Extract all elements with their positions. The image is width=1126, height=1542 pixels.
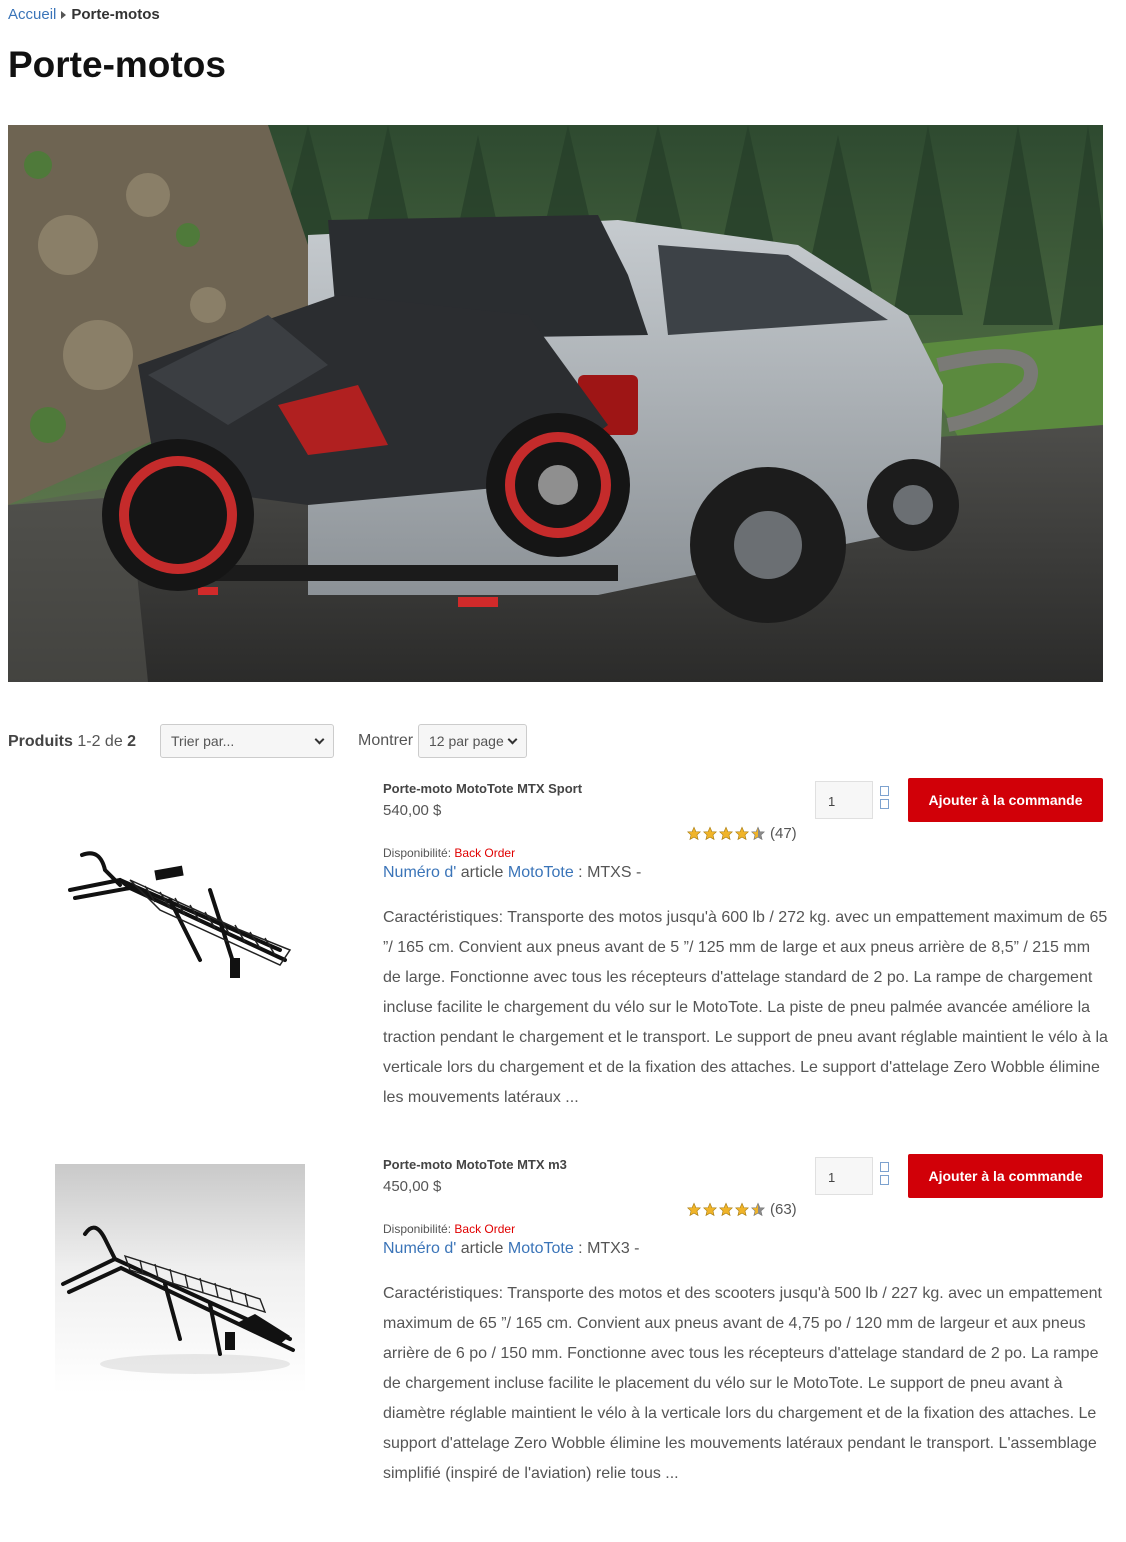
- availability-status: Back Order: [454, 846, 516, 860]
- sku-label-link[interactable]: Numéro d': [383, 1240, 456, 1257]
- caret-right-icon: [61, 10, 67, 19]
- product-count: Produits 1-2 de 2: [8, 733, 136, 751]
- breadcrumb: Accueil Porte-motos: [8, 6, 160, 23]
- products-word: Produits: [8, 733, 73, 750]
- breadcrumb-current: Porte-motos: [71, 6, 160, 23]
- product-sku: Numéro d' article MotoTote : MTX3 -: [383, 1240, 640, 1258]
- product-sku: Numéro d' article MotoTote : MTXS -: [383, 864, 641, 882]
- availability: Disponibilité: Back Order: [383, 1222, 515, 1236]
- star-icon: [735, 1202, 749, 1217]
- brand-link[interactable]: MotoTote: [508, 1240, 574, 1257]
- review-count[interactable]: (47): [770, 825, 797, 842]
- star-half-icon: [751, 1202, 765, 1217]
- availability-status: Back Order: [454, 1222, 516, 1236]
- catalog-toolbar: Produits 1-2 de 2 Trier par... Montrer 1…: [8, 724, 1103, 758]
- product-image-mtx-m3[interactable]: [55, 1164, 305, 1394]
- sku-value: : MTX3 -: [578, 1240, 640, 1257]
- star-icon: [687, 826, 701, 841]
- brand-link[interactable]: MotoTote: [508, 864, 574, 881]
- sku-label-rest: article: [460, 864, 504, 881]
- quantity-increment-icon[interactable]: [880, 1162, 889, 1172]
- product-description: Caractéristiques: Transporte des motos e…: [383, 1285, 1102, 1482]
- review-count[interactable]: (63): [770, 1201, 797, 1218]
- star-icon: [687, 1202, 701, 1217]
- limit-select-value: 12 par page: [429, 733, 504, 749]
- sort-select[interactable]: Trier par...: [160, 724, 334, 758]
- chevron-down-icon: [314, 734, 325, 744]
- star-icon: [719, 826, 733, 841]
- rating-stars: [686, 826, 766, 841]
- page-title: Porte-motos: [8, 44, 226, 85]
- quantity-input[interactable]: 1: [815, 781, 873, 819]
- rating-stars: [686, 1202, 766, 1217]
- products-range: 1-2: [77, 733, 101, 750]
- product-name-link[interactable]: Porte-moto MotoTote MTX m3: [383, 1157, 567, 1172]
- availability-label: Disponibilité:: [383, 1222, 452, 1236]
- quantity-increment-icon[interactable]: [880, 786, 889, 796]
- product-name-link[interactable]: Porte-moto MotoTote MTX Sport: [383, 781, 582, 796]
- sku-label-link[interactable]: Numéro d': [383, 864, 456, 881]
- quantity-stepper[interactable]: [880, 786, 890, 812]
- quantity-input[interactable]: 1: [815, 1157, 873, 1195]
- chevron-down-icon: [507, 734, 518, 744]
- add-to-order-button[interactable]: Ajouter à la commande: [908, 778, 1103, 822]
- limit-label: Montrer: [358, 732, 414, 749]
- quantity-decrement-icon[interactable]: [880, 1175, 889, 1185]
- breadcrumb-home-link[interactable]: Accueil: [8, 6, 56, 23]
- product-description: Caractéristiques: Transporte des motos j…: [383, 909, 1108, 1106]
- star-icon: [735, 826, 749, 841]
- quantity-decrement-icon[interactable]: [880, 799, 889, 809]
- sku-value: : MTXS -: [578, 864, 642, 881]
- availability-label: Disponibilité:: [383, 846, 452, 860]
- star-icon: [703, 826, 717, 841]
- availability: Disponibilité: Back Order: [383, 846, 515, 860]
- product-image-mtx-sport[interactable]: [60, 840, 300, 985]
- product-rating[interactable]: (47): [686, 825, 797, 842]
- sort-select-value: Trier par...: [171, 733, 235, 749]
- star-half-icon: [751, 826, 765, 841]
- products-of: de: [104, 733, 123, 750]
- products-total: 2: [127, 733, 137, 750]
- category-banner-image: [8, 125, 1103, 682]
- star-icon: [703, 1202, 717, 1217]
- quantity-stepper[interactable]: [880, 1162, 890, 1188]
- sku-label-rest: article: [460, 1240, 504, 1257]
- product-price: 450,00 $: [383, 1178, 442, 1195]
- star-icon: [719, 1202, 733, 1217]
- add-to-order-button[interactable]: Ajouter à la commande: [908, 1154, 1103, 1198]
- product-rating[interactable]: (63): [686, 1201, 797, 1218]
- limit-select[interactable]: 12 par page: [418, 724, 527, 758]
- product-price: 540,00 $: [383, 802, 442, 819]
